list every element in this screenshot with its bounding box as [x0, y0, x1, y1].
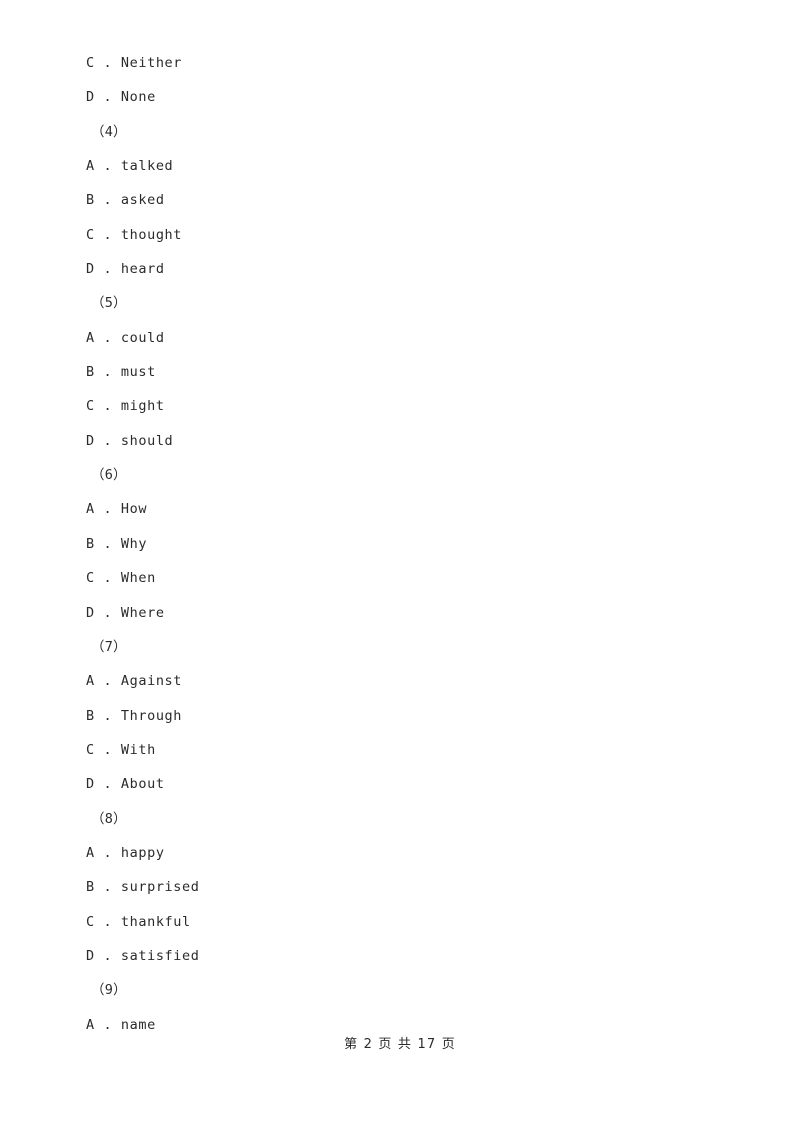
answer-option: D . Where — [86, 604, 165, 621]
answer-option: D . should — [86, 432, 174, 449]
answer-option: D . heard — [86, 261, 165, 278]
answer-option: D . None — [86, 89, 156, 106]
answer-option: B . must — [86, 364, 156, 381]
answer-option: C . thankful — [86, 913, 191, 930]
question-number: （5） — [91, 295, 127, 312]
question-number: （9） — [91, 982, 127, 999]
answer-option: C . When — [86, 570, 156, 587]
question-number: （8） — [91, 810, 127, 827]
answer-option: A . How — [86, 501, 148, 518]
answer-option: D . About — [86, 776, 165, 793]
answer-option: A . Against — [86, 673, 183, 690]
answer-option: B . Why — [86, 535, 148, 552]
question-number: （7） — [91, 638, 127, 655]
answer-option: B . surprised — [86, 879, 200, 896]
answer-option: B . Through — [86, 707, 183, 724]
answer-option: C . thought — [86, 226, 183, 243]
question-list: C . Neither D . None （4） A . talked B . aske… — [86, 46, 726, 1042]
answer-option: A . talked — [86, 158, 174, 175]
page-footer: 第 2 页 共 17 页 — [344, 1037, 456, 1052]
answer-option: C . With — [86, 741, 156, 758]
question-number: （4） — [91, 123, 127, 140]
answer-option: A . could — [86, 329, 165, 346]
question-number: （6） — [91, 467, 127, 484]
answer-option: B . asked — [86, 192, 165, 209]
answer-option: A . happy — [86, 844, 165, 861]
document-page: C . Neither D . None （4） A . talked B . aske… — [0, 0, 800, 1132]
answer-option: C . might — [86, 398, 165, 415]
answer-option: D . satisfied — [86, 947, 200, 964]
answer-option: C . Neither — [86, 55, 183, 71]
